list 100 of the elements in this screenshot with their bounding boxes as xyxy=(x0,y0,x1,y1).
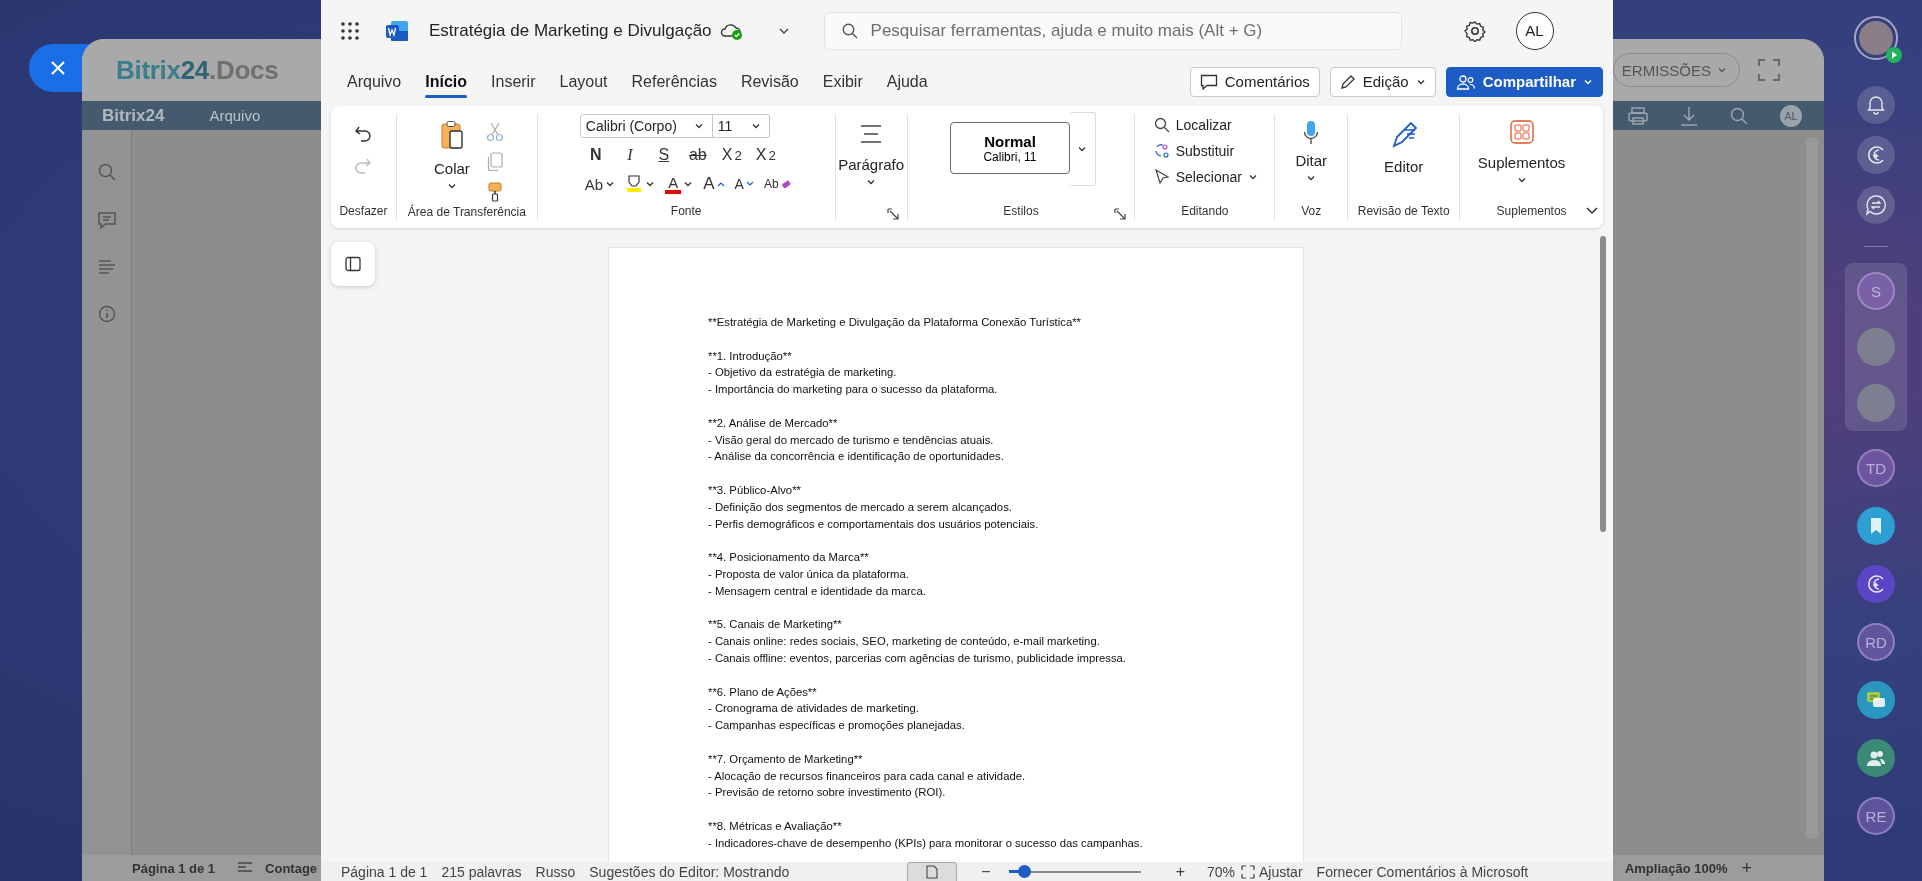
font-name-dropdown[interactable]: Calibri (Corpo) xyxy=(579,114,713,138)
dialog-launcher-icon[interactable] xyxy=(1114,208,1127,220)
caret-up-icon xyxy=(716,180,725,188)
navigation-pane-button[interactable] xyxy=(331,242,375,286)
paintbrush-icon xyxy=(486,182,503,202)
page-view-button[interactable] xyxy=(907,862,958,881)
bullet-line: - Visão geral do mercado de turismo e tendências atuais. xyxy=(708,432,995,448)
paragraph-icon xyxy=(860,124,883,144)
dialog-launcher-icon[interactable] xyxy=(886,208,899,220)
grow-font-button[interactable]: A xyxy=(701,172,727,196)
pen-icon xyxy=(1390,120,1417,148)
group-label: Desfazer xyxy=(339,203,388,220)
zoom-slider-thumb[interactable] xyxy=(1017,865,1031,878)
menu-item[interactable]: Arquivo xyxy=(209,107,261,124)
document-title[interactable]: Estratégia de Marketing e Divulgação xyxy=(429,20,712,41)
bullet-line: - Previsão de retorno sobre investimento (ROI). xyxy=(708,785,947,801)
ribbon-tab[interactable]: Arquivo xyxy=(335,63,414,100)
word-logo-icon[interactable] xyxy=(385,19,409,42)
ribbon-tab[interactable]: Início xyxy=(413,63,480,100)
section-heading: **4. Posicionamento da Marca** xyxy=(708,550,870,566)
dictate-button[interactable]: Ditar xyxy=(1289,116,1334,187)
bell-button[interactable] xyxy=(1857,86,1895,124)
caret-icon xyxy=(693,121,704,131)
style-normal-button[interactable]: Normal Calibri, 11 xyxy=(950,122,1070,174)
group-button[interactable] xyxy=(1857,739,1895,777)
replace-button[interactable]: Substituir xyxy=(1153,138,1235,164)
caret-icon xyxy=(866,177,877,187)
caret-icon xyxy=(1306,173,1317,183)
ribbon-tab[interactable]: Inserir xyxy=(479,63,548,100)
group-label: Editando xyxy=(1181,203,1229,220)
clear-formatting-button[interactable]: Ab xyxy=(761,175,793,193)
search-field[interactable]: Pesquisar ferramentas, ajuda e muito mais (Alt + G) xyxy=(823,11,1402,50)
zoom-in-button[interactable]: + xyxy=(1741,857,1752,879)
panel-icon xyxy=(345,256,361,272)
ribbon-tab[interactable]: Exibir xyxy=(810,63,875,100)
caret-icon xyxy=(446,181,457,191)
font-color-button[interactable]: A xyxy=(663,172,696,196)
bullet-line: - Mensagem central e identidade da marca. xyxy=(708,583,927,599)
feedback-link[interactable]: Fornecer Comentários à Microsoft xyxy=(1316,863,1529,880)
zoom-out-button[interactable]: − xyxy=(973,862,999,881)
ribbon-tab[interactable]: Ajuda xyxy=(874,63,940,100)
user-avatar[interactable]: AL xyxy=(1515,11,1554,50)
bullet-line: - Definição dos segmentos de mercado a serem alcançados. xyxy=(708,499,1013,515)
strikethrough-button[interactable]: ab xyxy=(684,142,711,168)
bullet-line: - Alocação de recursos financeiros para cada canal e atividade. xyxy=(708,768,1027,784)
collapse-ribbon-icon[interactable] xyxy=(1585,206,1599,216)
user-avatar[interactable] xyxy=(1859,21,1893,55)
print-icon[interactable] xyxy=(1628,106,1648,125)
zoom-label: Ampliação 100% xyxy=(1624,860,1728,876)
paste-button[interactable]: Colar xyxy=(427,116,476,195)
fit-icon xyxy=(1241,864,1255,879)
zoom-level: 70% xyxy=(1206,863,1235,880)
paragraph-button[interactable]: Parágrafo xyxy=(832,120,910,191)
share-button[interactable]: Compartilhar xyxy=(1445,66,1603,97)
bell-icon xyxy=(1865,94,1887,116)
app-launcher-icon[interactable] xyxy=(341,21,359,40)
editing-mode-button[interactable]: Edição xyxy=(1329,66,1436,97)
chat-bubbles-button[interactable] xyxy=(1857,681,1895,719)
change-case-button[interactable]: Ab xyxy=(582,173,618,195)
group-label: Voz xyxy=(1301,203,1322,220)
bullet-line: - Cronograma de atividades de marketing. xyxy=(708,701,920,717)
add-ins-button[interactable]: Suplementos xyxy=(1471,116,1572,189)
ribbon-tab[interactable]: Referências xyxy=(619,63,729,100)
select-button[interactable]: Selecionar xyxy=(1153,164,1258,190)
undo-icon xyxy=(354,124,373,142)
people-icon xyxy=(1455,73,1476,90)
eraser-icon xyxy=(780,179,791,189)
menu-logo: Bitrix24 xyxy=(102,105,165,126)
bookmark-button[interactable] xyxy=(1857,507,1895,545)
fit-button[interactable]: Ajustar xyxy=(1235,863,1303,880)
bold-button[interactable]: N xyxy=(582,142,609,168)
underline-button[interactable]: S xyxy=(650,142,677,168)
editor-suggestions-label[interactable]: Sugestões do Editor: Mostrando xyxy=(589,863,790,880)
ribbon-tab[interactable]: Layout xyxy=(547,63,620,100)
settings-icon[interactable] xyxy=(1463,19,1486,42)
page-count: Página 1 de 1 xyxy=(341,863,428,880)
scrollbar-thumb[interactable] xyxy=(1600,236,1606,532)
group-label: Estilos xyxy=(1003,203,1039,220)
document-heading: **Estratégia de Marketing e Divulgação da Plataforma Conexão Turística** xyxy=(708,315,1082,330)
shrink-font-button[interactable]: A xyxy=(732,174,756,194)
zoom-in-button[interactable]: + xyxy=(1167,862,1193,881)
caret-icon xyxy=(1717,65,1727,75)
comments-button[interactable]: Comentários xyxy=(1189,66,1320,97)
find-button[interactable]: Localizar xyxy=(1153,112,1232,138)
download-icon[interactable] xyxy=(1680,105,1698,126)
pencil-icon xyxy=(1339,73,1356,90)
language-label[interactable]: Russo xyxy=(535,863,576,880)
chat-exchange-button[interactable] xyxy=(1857,186,1895,224)
group-label: Fonte xyxy=(670,203,702,220)
highlighter-icon xyxy=(625,174,644,194)
italic-button[interactable]: I xyxy=(616,142,643,168)
page-icon xyxy=(926,865,939,879)
bullet-line: - Indicadores-chave de desempenho (KPIs) para monitorar o sucesso das campanhas. xyxy=(708,835,1144,851)
cursor-arrow-icon xyxy=(1153,169,1170,185)
ribbon-tab[interactable]: Revisão xyxy=(728,63,811,100)
editor-button[interactable]: Editor xyxy=(1378,116,1430,179)
section-heading: **6. Plano de Ações** xyxy=(708,684,818,700)
bullet-line: - Objetivo da estratégia de marketing. xyxy=(708,365,898,381)
search-icon[interactable] xyxy=(1730,106,1748,125)
font-size-dropdown[interactable]: 11 xyxy=(712,114,770,138)
